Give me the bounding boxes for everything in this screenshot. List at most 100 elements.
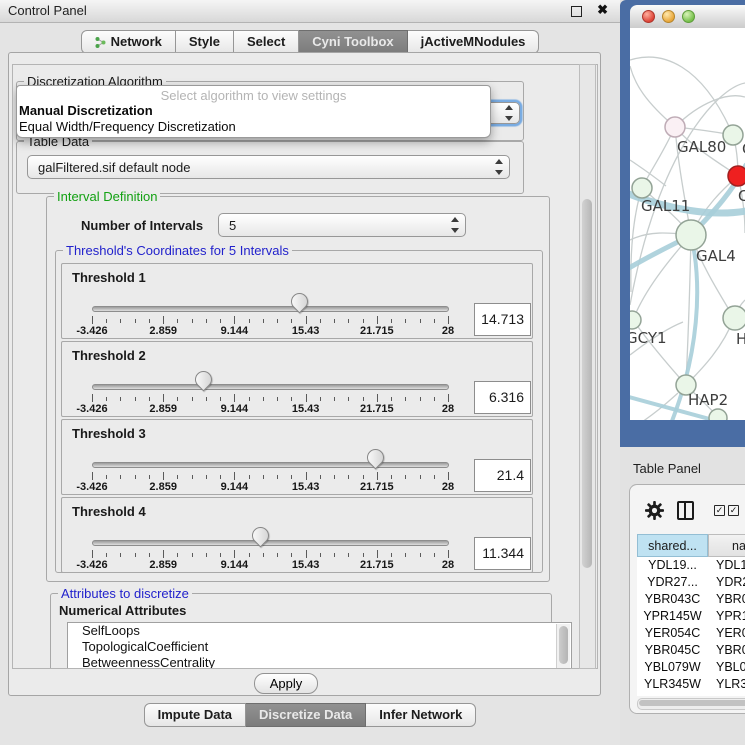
bottom-tab-bar: Impute DataDiscretize DataInfer Network (0, 703, 620, 727)
tick-mark (249, 553, 250, 557)
list-scrollbar[interactable] (556, 624, 570, 669)
tab-infer-network[interactable]: Infer Network (366, 703, 476, 727)
scrollbar-thumb[interactable] (582, 199, 592, 568)
tick-mark (306, 550, 307, 558)
interval-definition-label: Interval Definition (54, 189, 160, 204)
threshold-value-field[interactable]: 14.713 (474, 303, 531, 336)
threshold-value-field[interactable]: 11.344 (474, 537, 531, 570)
tick-mark (391, 397, 392, 401)
tick-mark (177, 553, 178, 557)
float-window-icon[interactable] (571, 6, 582, 17)
table-row[interactable]: YER054CYER0 (637, 625, 745, 642)
tick-label: 15.43 (292, 559, 320, 571)
algorithm-dropdown-popup: Select algorithm to view settings Manual… (16, 85, 491, 138)
cell-name: YDL1 (708, 557, 745, 574)
table-row[interactable]: YBR043CYBR0 (637, 591, 745, 608)
table-row[interactable]: YIL052CYIL0 (637, 693, 745, 696)
network-canvas[interactable]: GAL80GACGAL11GAL4GCY1HAHAP2 (630, 28, 745, 420)
tick-mark (163, 472, 164, 480)
cell-name: YER0 (708, 625, 745, 642)
slider-ticks (92, 316, 448, 325)
tab-cyni-toolbox[interactable]: Cyni Toolbox (299, 30, 407, 54)
tick-mark (106, 475, 107, 479)
tick-mark (192, 553, 193, 557)
scrollbar-thumb[interactable] (639, 700, 745, 706)
algorithm-option-equal-width[interactable]: Equal Width/Frequency Discretization (17, 119, 490, 135)
table-row[interactable]: YBL079WYBL0 (637, 659, 745, 676)
network-node-ha[interactable] (723, 306, 745, 330)
table-panel-title: Table Panel (633, 461, 701, 476)
table-data-group: Table Data galFiltered.sif default node (16, 141, 524, 194)
threshold-slider[interactable]: -3.4262.8599.14415.4321.71528 (92, 342, 449, 416)
tick-label: 2.859 (149, 559, 177, 571)
network-node-gcy1[interactable] (630, 311, 641, 329)
tick-mark (320, 397, 321, 401)
column-header-2[interactable]: na (708, 534, 745, 557)
tab-network[interactable]: Network (81, 30, 176, 54)
threshold-value-field[interactable]: 21.4 (474, 459, 531, 492)
slider-tick-labels: -3.4262.8599.14415.4321.71528 (92, 559, 448, 571)
numerical-attributes-list[interactable]: SelfLoopsTopologicalCoefficientBetweenne… (67, 622, 572, 669)
node-label: HA (736, 330, 745, 348)
gear-icon[interactable] (645, 501, 664, 525)
tick-mark (177, 397, 178, 401)
tab-style[interactable]: Style (176, 30, 234, 54)
attribute-list-item[interactable]: BetweennessCentrality (68, 655, 571, 669)
zoom-window-icon[interactable] (682, 10, 695, 23)
close-window-icon[interactable] (642, 10, 655, 23)
tick-mark (334, 397, 335, 401)
threshold-slider[interactable]: -3.4262.8599.14415.4321.71528 (92, 420, 449, 494)
apply-button[interactable]: Apply (254, 673, 318, 694)
slider-track[interactable] (92, 540, 449, 546)
tick-mark (420, 553, 421, 557)
tab-jactivemnodules[interactable]: jActiveMNodules (408, 30, 540, 54)
horizontal-scrollbar[interactable] (637, 698, 745, 710)
table-row[interactable]: YLR345WYLR3 (637, 676, 745, 693)
network-window-titlebar[interactable] (630, 5, 745, 29)
tick-label: 15.43 (292, 481, 320, 493)
minimize-window-icon[interactable] (662, 10, 675, 23)
table-row[interactable]: YDR27...YDR2 (637, 574, 745, 591)
tab-label: Cyni Toolbox (312, 31, 393, 53)
tick-label: 21.715 (360, 325, 394, 337)
tick-mark (434, 397, 435, 401)
slider-track[interactable] (92, 306, 449, 312)
network-node-gal4[interactable] (676, 220, 706, 250)
network-node[interactable] (709, 409, 727, 420)
threshold-slider[interactable]: -3.4262.8599.14415.4321.71528 (92, 264, 449, 338)
algorithm-option-manual[interactable]: Manual Discretization (17, 103, 490, 119)
vertical-scrollbar[interactable] (579, 64, 596, 669)
tab-select[interactable]: Select (234, 30, 299, 54)
threshold-value-field[interactable]: 6.316 (474, 381, 531, 414)
table-row[interactable]: YDL19...YDL1 (637, 557, 745, 574)
column-layout-icon[interactable] (677, 501, 694, 520)
algorithm-popup-hint: Select algorithm to view settings (17, 88, 490, 103)
close-icon[interactable]: ✖ (597, 2, 608, 18)
tick-label: 15.43 (292, 325, 320, 337)
tab-discretize-data[interactable]: Discretize Data (246, 703, 366, 727)
table-header: shared...na (637, 534, 745, 557)
threshold-slider[interactable]: -3.4262.8599.14415.4321.71528 (92, 498, 449, 572)
slider-track[interactable] (92, 462, 449, 468)
network-node-gal11[interactable] (632, 178, 652, 198)
number-of-intervals-combobox[interactable]: 5 (218, 213, 466, 237)
table-row[interactable]: YBR045CYBR0 (637, 642, 745, 659)
network-node-ga[interactable] (723, 125, 743, 145)
network-node-gal80[interactable] (665, 117, 685, 137)
column-header-1[interactable]: shared... (637, 534, 708, 557)
tick-mark (249, 397, 250, 401)
table-row[interactable]: YPR145WYPR1 (637, 608, 745, 625)
attribute-list-item[interactable]: SelfLoops (68, 623, 571, 639)
network-node-c[interactable] (728, 166, 745, 186)
table-data-combobox[interactable]: galFiltered.sif default node (27, 155, 510, 179)
tick-mark (291, 397, 292, 401)
slider-track[interactable] (92, 384, 449, 390)
apply-row: Apply (9, 670, 598, 694)
tick-mark (234, 472, 235, 480)
attribute-list-item[interactable]: TopologicalCoefficient (68, 639, 571, 655)
tick-mark (391, 475, 392, 479)
tab-label: jActiveMNodules (421, 31, 526, 53)
select-columns-icon[interactable]: ✓ ✓ (714, 505, 739, 516)
tab-impute-data[interactable]: Impute Data (144, 703, 246, 727)
tick-mark (277, 553, 278, 557)
